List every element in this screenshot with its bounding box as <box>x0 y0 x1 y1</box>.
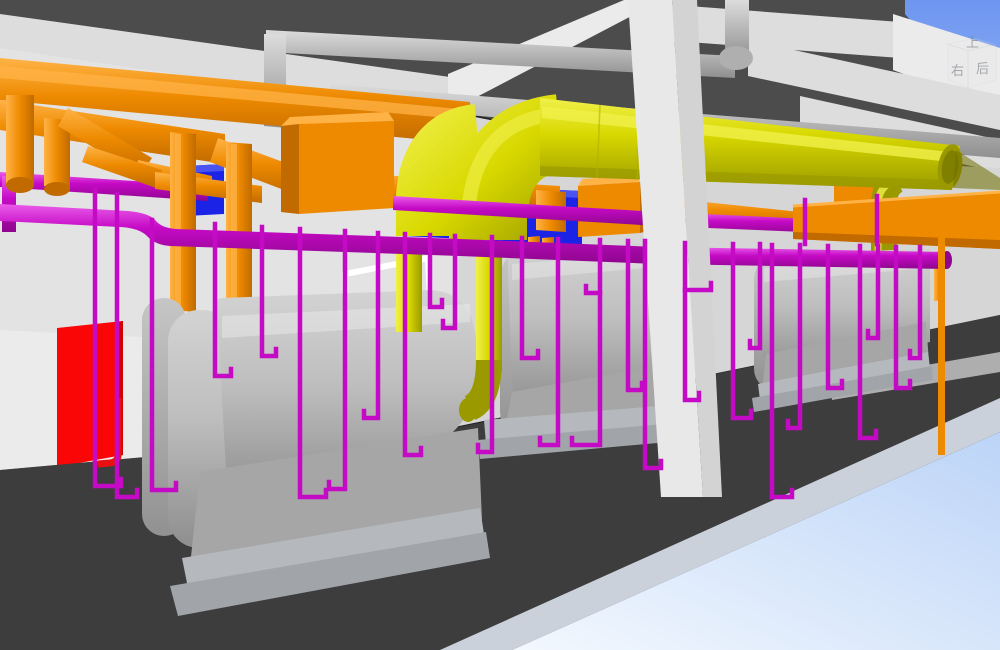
yellow-drop-cap <box>459 398 477 422</box>
yellow-drop-2 <box>476 242 502 372</box>
orange-cap <box>6 177 34 193</box>
box-left <box>281 124 299 214</box>
viewcube-label-right: 后 <box>976 62 989 77</box>
orange-drop-cap <box>6 95 34 184</box>
viewcube-label-top: 上 <box>966 36 979 51</box>
orange-drop-right <box>938 218 945 455</box>
exit-door <box>57 321 123 467</box>
viewcube[interactable]: 上 右 后 <box>948 36 996 88</box>
orange-riser-hl <box>175 134 181 310</box>
orange-cap <box>44 182 70 196</box>
orange-plenum-box <box>281 112 394 214</box>
orange-thin-drop <box>938 218 945 455</box>
tank-1 <box>142 290 490 616</box>
viewcube-label-left: 右 <box>951 64 964 79</box>
door-leaf <box>57 321 123 467</box>
box-front <box>299 121 394 214</box>
gray-pipe-elbow <box>719 46 753 70</box>
model-viewport[interactable]: 上 右 后 <box>0 0 1000 650</box>
orange-riser-tank1 <box>170 132 196 312</box>
model-canvas: 上 右 后 <box>0 0 1000 650</box>
